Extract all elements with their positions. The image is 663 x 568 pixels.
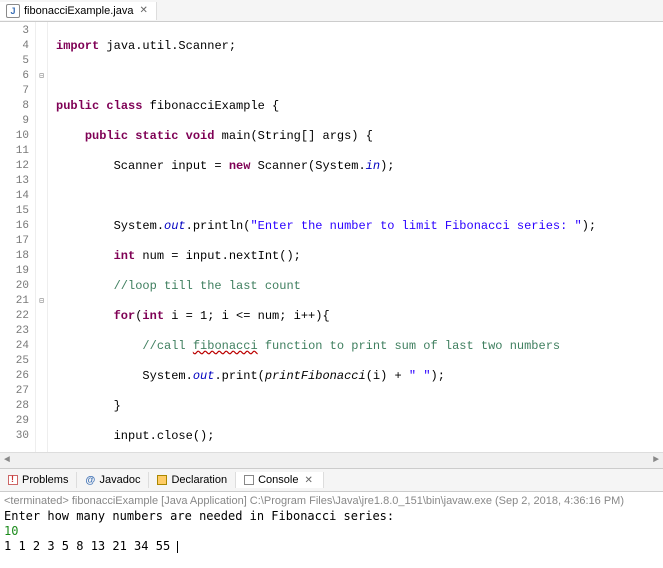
line-number: 16 [0, 219, 29, 234]
line-number: 21 [0, 294, 29, 309]
console-icon [244, 475, 254, 485]
console-input-line: 10 [4, 524, 659, 539]
declaration-icon [157, 475, 167, 485]
line-number: 18 [0, 249, 29, 264]
line-number: 23 [0, 324, 29, 339]
line-number: 26 [0, 369, 29, 384]
close-icon[interactable]: ✕ [137, 5, 149, 16]
line-number: 12 [0, 159, 29, 174]
line-number: 25 [0, 354, 29, 369]
console-view[interactable]: <terminated> fibonacciExample [Java Appl… [0, 492, 663, 556]
tab-declaration[interactable]: Declaration [149, 472, 236, 488]
tab-problems[interactable]: ! Problems [0, 472, 77, 488]
line-number-gutter: 3 4 5 6 7 8 9 10 11 12 13 14 15 16 17 18… [0, 22, 36, 452]
horizontal-scrollbar[interactable]: ◄ ► [0, 452, 663, 468]
line-number: 24 [0, 339, 29, 354]
java-file-icon: J [6, 4, 20, 18]
tab-console[interactable]: Console ✕ [236, 472, 324, 488]
console-process-label: <terminated> fibonacciExample [Java Appl… [4, 494, 659, 509]
line-number: 15 [0, 204, 29, 219]
javadoc-icon: @ [85, 475, 95, 485]
line-number: 14 [0, 189, 29, 204]
code-content[interactable]: import java.util.Scanner; public class f… [48, 22, 663, 452]
console-output-line: 1 1 2 3 5 8 13 21 34 55 [4, 539, 659, 554]
line-number: 6 [0, 69, 29, 84]
line-number: 7 [0, 84, 29, 99]
line-number: 4 [0, 39, 29, 54]
tab-javadoc[interactable]: @ Javadoc [77, 472, 149, 488]
scroll-right-icon[interactable]: ► [653, 455, 659, 466]
line-number: 8 [0, 99, 29, 114]
line-number: 3 [0, 24, 29, 39]
line-number: 22 [0, 309, 29, 324]
close-icon[interactable]: ✕ [302, 475, 314, 486]
line-number: 30 [0, 429, 29, 444]
fold-marker-icon[interactable]: ⊟ [36, 294, 47, 309]
problems-icon: ! [8, 475, 18, 485]
view-tab-bar: ! Problems @ Javadoc Declaration Console… [0, 468, 663, 492]
scroll-left-icon[interactable]: ◄ [4, 455, 10, 466]
line-number: 28 [0, 399, 29, 414]
text-cursor [177, 541, 178, 553]
line-number: 19 [0, 264, 29, 279]
editor-tab-title: fibonacciExample.java [24, 5, 133, 17]
editor-tab[interactable]: J fibonacciExample.java ✕ [0, 2, 157, 20]
fold-column: ⊟ ⊟ [36, 22, 48, 452]
line-number: 10 [0, 129, 29, 144]
line-number: 9 [0, 114, 29, 129]
line-number: 11 [0, 144, 29, 159]
line-number: 27 [0, 384, 29, 399]
editor-tab-bar: J fibonacciExample.java ✕ [0, 0, 663, 22]
console-output-line: Enter how many numbers are needed in Fib… [4, 509, 659, 524]
line-number: 13 [0, 174, 29, 189]
line-number: 20 [0, 279, 29, 294]
line-number: 17 [0, 234, 29, 249]
code-editor[interactable]: 3 4 5 6 7 8 9 10 11 12 13 14 15 16 17 18… [0, 22, 663, 452]
fold-marker-icon[interactable]: ⊟ [36, 69, 47, 84]
line-number: 29 [0, 414, 29, 429]
line-number: 5 [0, 54, 29, 69]
